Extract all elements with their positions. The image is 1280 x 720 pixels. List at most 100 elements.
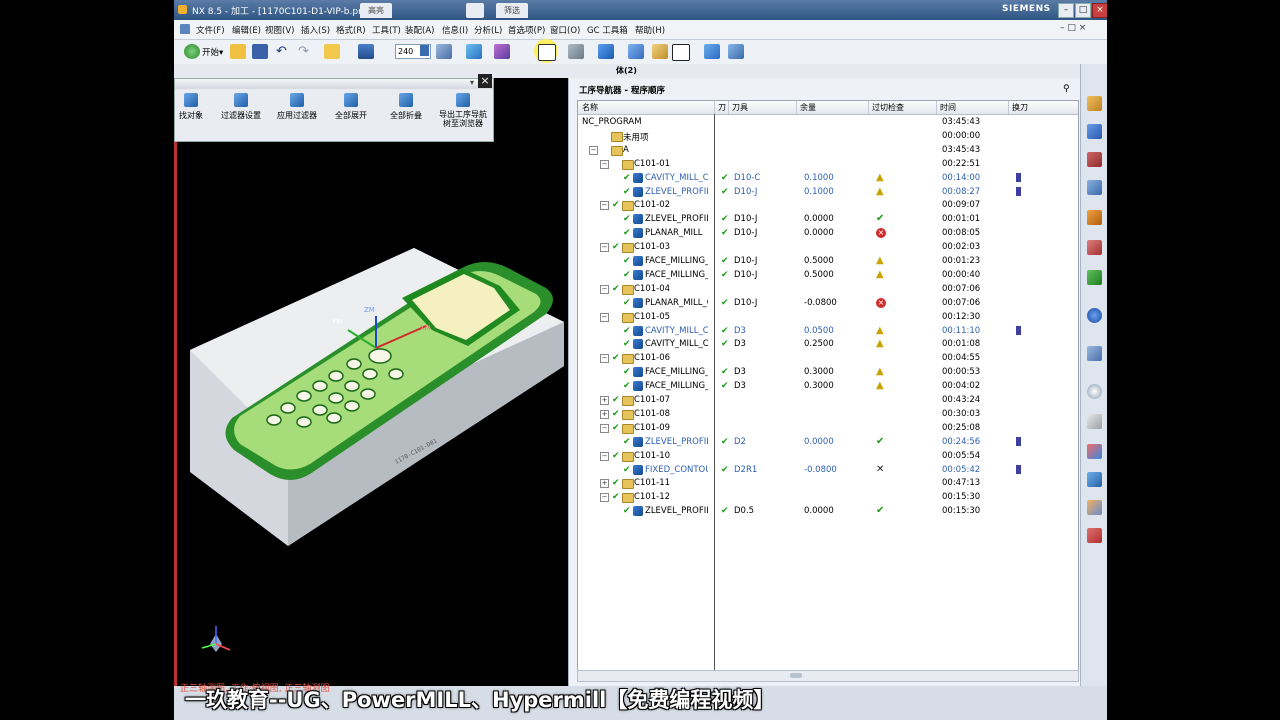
new-file-icon[interactable] xyxy=(230,44,246,59)
col-tool[interactable]: 刀具 xyxy=(732,102,748,113)
collapse-icon[interactable]: − xyxy=(589,145,598,155)
program-row[interactable]: − C101-01 00:22:51 xyxy=(578,157,1078,171)
fit-view-icon[interactable] xyxy=(436,44,452,59)
start-icon[interactable] xyxy=(184,44,200,59)
menu-edit[interactable]: 编辑(E) xyxy=(232,24,261,36)
tab-highlight[interactable]: 高亮 xyxy=(360,3,392,18)
resource-web-icon[interactable] xyxy=(1087,308,1102,323)
rotate-icon[interactable] xyxy=(466,44,482,59)
shaded-icon[interactable] xyxy=(568,44,584,59)
menu-view[interactable]: 视图(V) xyxy=(265,24,294,36)
home-icon[interactable] xyxy=(466,3,484,18)
collapse-icon[interactable]: − xyxy=(600,312,609,322)
resource-color-icon[interactable] xyxy=(1087,444,1102,459)
program-row[interactable]: − A 03:45:43 xyxy=(578,143,1078,157)
program-row[interactable]: + ✔ C101-08 00:30:03 xyxy=(578,407,1078,421)
undo-icon[interactable]: ↶ xyxy=(276,44,292,59)
operation-row[interactable]: ✔ FACE_MILLING_... ✔ D10-J 0.5000 ▲ 00:00:40 xyxy=(578,268,1078,282)
collapse-icon[interactable]: − xyxy=(600,159,609,169)
chevron-down-icon[interactable] xyxy=(420,45,429,56)
close-button[interactable]: × xyxy=(1092,3,1107,18)
operation-row[interactable]: ✔ FIXED_CONTOU... ✔ D2R1 -0.0800 ✕ 00:05:42 xyxy=(578,463,1078,477)
menu-preferences[interactable]: 首选项(P) xyxy=(508,24,545,36)
col-name[interactable]: 名称 xyxy=(582,102,598,113)
menu-window-controls[interactable]: – □ × xyxy=(1060,23,1100,36)
resource-tool-icon[interactable] xyxy=(1087,152,1102,167)
resource-history-icon[interactable] xyxy=(1087,240,1102,255)
menu-analysis[interactable]: 分析(L) xyxy=(474,24,502,36)
program-row[interactable]: − ✔ C101-06 00:04:55 xyxy=(578,351,1078,365)
resource-list-icon[interactable] xyxy=(1087,414,1102,429)
save-icon[interactable] xyxy=(252,44,268,59)
view-orient-icon[interactable] xyxy=(598,44,614,59)
operation-row[interactable]: ✔ ZLEVEL_PROFILE... ✔ D10-J 0.1000 ▲ 00:08:27 xyxy=(578,185,1078,199)
program-row[interactable]: − ✔ C101-03 00:02:03 xyxy=(578,240,1078,254)
start-button[interactable]: 开始▾ xyxy=(202,46,223,58)
operation-row[interactable]: ✔ CAVITY_MILL_C... ✔ D10-C 0.1000 ▲ 00:14:00 xyxy=(578,171,1078,185)
layer-icon[interactable] xyxy=(728,44,744,59)
menu-format[interactable]: 格式(R) xyxy=(336,24,366,36)
col-gouge-check[interactable]: 过切检查 xyxy=(872,102,904,113)
col-stock[interactable]: 余量 xyxy=(800,102,816,113)
collapse-icon[interactable]: − xyxy=(600,493,609,503)
menu-tools[interactable]: 工具(T) xyxy=(372,24,401,36)
program-row[interactable]: − ✔ C101-09 00:25:08 xyxy=(578,421,1078,435)
operation-row[interactable]: ✔ PLANAR_MILL_C... ✔ D10-J -0.0800 × 00:07:06 xyxy=(578,296,1078,310)
program-row[interactable]: − ✔ C101-10 00:05:54 xyxy=(578,449,1078,463)
select-filter-icon[interactable] xyxy=(358,44,374,59)
col-tool-change[interactable]: 换刀 xyxy=(1012,102,1028,113)
operation-row[interactable]: ✔ CAVITY_MILL_C... ✔ D3 0.2500 ▲ 00:01:08 xyxy=(578,337,1078,351)
col-time[interactable]: 时间 xyxy=(940,102,956,113)
operation-row[interactable]: ✔ CAVITY_MILL_C... ✔ D3 0.0500 ▲ 00:11:10 xyxy=(578,324,1078,338)
resource-system-icon[interactable] xyxy=(1087,528,1102,543)
collapse-icon[interactable]: − xyxy=(600,284,609,294)
program-row[interactable]: + ✔ C101-11 00:47:13 xyxy=(578,476,1078,490)
expand-icon[interactable]: + xyxy=(600,409,609,419)
collapse-icon[interactable]: − xyxy=(600,451,609,461)
resource-process-icon[interactable] xyxy=(1087,472,1102,487)
collapse-icon[interactable]: − xyxy=(600,243,609,253)
operation-row[interactable]: ✔ FACE_MILLING_... ✔ D3 0.3000 ▲ 00:00:53 xyxy=(578,365,1078,379)
operation-row[interactable]: ✔ ZLEVEL_PROFILE... ✔ D0.5 0.0000 ✔ 00:15:30 xyxy=(578,504,1078,518)
operation-row[interactable]: ✔ FACE_MILLING_... ✔ D3 0.3000 ▲ 00:04:02 xyxy=(578,379,1078,393)
pin-icon[interactable]: ⚲ xyxy=(1063,84,1070,94)
resource-geometry-icon[interactable] xyxy=(1087,180,1102,195)
resource-palette-icon[interactable] xyxy=(1087,346,1102,361)
operation-row[interactable]: ✔ ZLEVEL_PROFILE... ✔ D10-J 0.0000 ✔ 00:01:01 xyxy=(578,212,1078,226)
resource-users-icon[interactable] xyxy=(1087,500,1102,515)
program-row[interactable]: 未用项 00:00:00 xyxy=(578,129,1078,143)
pan-icon[interactable] xyxy=(494,44,510,59)
horizontal-scrollbar[interactable] xyxy=(577,670,1079,682)
operation-row[interactable]: ✔ PLANAR_MILL ✔ D10-J 0.0000 × 00:08:05 xyxy=(578,226,1078,240)
operation-row[interactable]: ✔ FACE_MILLING_... ✔ D10-J 0.5000 ▲ 00:01:23 xyxy=(578,254,1078,268)
section-icon[interactable] xyxy=(652,44,668,59)
expand-icon[interactable]: + xyxy=(600,396,609,405)
program-row[interactable]: NC_PROGRAM 03:45:43 xyxy=(578,115,1078,129)
col-path[interactable]: 刀 xyxy=(718,102,726,113)
collapse-icon[interactable]: − xyxy=(600,423,609,433)
collapse-icon[interactable]: − xyxy=(600,354,609,364)
app-menu-icon[interactable] xyxy=(180,24,190,34)
menu-insert[interactable]: 插入(S) xyxy=(301,24,330,36)
menu-info[interactable]: 信息(I) xyxy=(442,24,468,36)
cube-icon[interactable] xyxy=(628,44,644,59)
resource-clock-icon[interactable] xyxy=(1087,384,1102,399)
menu-assembly[interactable]: 装配(A) xyxy=(405,24,434,36)
menu-window[interactable]: 窗口(O) xyxy=(550,24,580,36)
resource-roles-icon[interactable] xyxy=(1087,270,1102,285)
program-row[interactable]: − ✔ C101-02 00:09:07 xyxy=(578,198,1078,212)
resource-machine-icon[interactable] xyxy=(1087,124,1102,139)
tab-filter[interactable]: 筛选 xyxy=(496,3,528,18)
open-folder-icon[interactable] xyxy=(324,44,340,59)
program-row[interactable]: − ✔ C101-04 00:07:06 xyxy=(578,282,1078,296)
wcs-icon[interactable] xyxy=(704,44,720,59)
menu-help[interactable]: 帮助(H) xyxy=(635,24,665,36)
background-icon[interactable] xyxy=(672,44,690,61)
menu-gc-toolbox[interactable]: GC 工具箱 xyxy=(587,24,628,36)
collapse-icon[interactable]: − xyxy=(600,201,609,211)
expand-icon[interactable]: + xyxy=(600,479,609,489)
scroll-thumb[interactable] xyxy=(790,673,802,678)
redo-icon[interactable]: ↷ xyxy=(298,44,314,59)
menu-file[interactable]: 文件(F) xyxy=(196,24,225,36)
resource-method-icon[interactable] xyxy=(1087,210,1102,225)
